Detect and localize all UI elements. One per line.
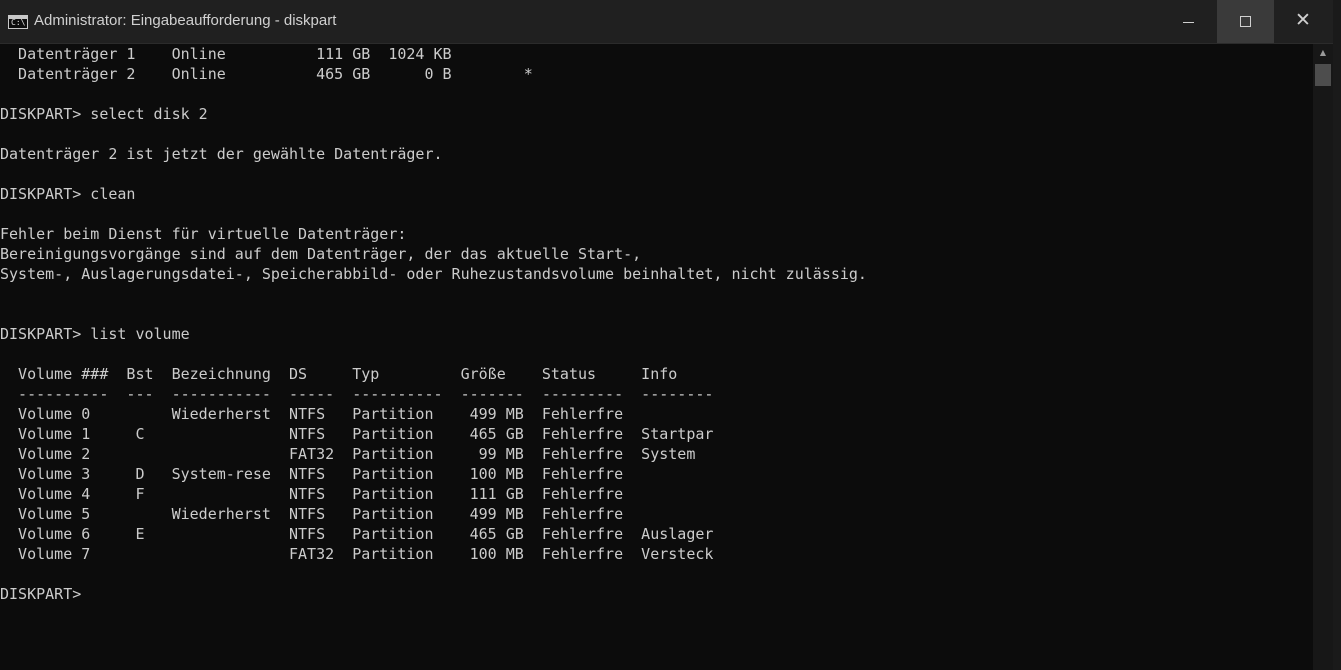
console-line: Volume 0 Wiederherst NTFS Partition 499 … [0, 405, 624, 423]
console-line: Datenträger 2 Online 465 GB 0 B * [0, 65, 533, 83]
vertical-scrollbar[interactable]: ▲ [1313, 44, 1333, 670]
console-line: Volume 2 FAT32 Partition 99 MB Fehlerfre… [0, 445, 696, 463]
command-prompt-icon[interactable]: C:\ [8, 15, 28, 29]
console-window: C:\ Administrator: Eingabeaufforderung -… [0, 0, 1341, 670]
close-button[interactable]: ✕ [1274, 0, 1331, 43]
console-output[interactable]: Datenträger 1 Online 111 GB 1024 KB Date… [0, 44, 1313, 670]
maximize-icon [1240, 16, 1251, 27]
console-line: Bereinigungsvorgänge sind auf dem Datent… [0, 245, 642, 263]
console-line: Fehler beim Dienst für virtuelle Datentr… [0, 225, 407, 243]
console-line: Volume 7 FAT32 Partition 100 MB Fehlerfr… [0, 545, 714, 563]
console-line: ---------- --- ----------- ----- -------… [0, 385, 714, 403]
console-line: Volume ### Bst Bezeichnung DS Typ Größe … [0, 365, 678, 383]
maximize-button[interactable] [1217, 0, 1274, 43]
console-line: DISKPART> clean [0, 185, 136, 203]
console-line: DISKPART> [0, 585, 91, 603]
console-line: Datenträger 2 ist jetzt der gewählte Dat… [0, 145, 443, 163]
title-bar[interactable]: C:\ Administrator: Eingabeaufforderung -… [0, 0, 1341, 44]
minimize-icon [1183, 22, 1194, 23]
close-icon: ✕ [1295, 9, 1311, 31]
console-line: Volume 6 E NTFS Partition 465 GB Fehlerf… [0, 525, 714, 543]
console-line: Volume 1 C NTFS Partition 465 GB Fehlerf… [0, 425, 714, 443]
desktop-edge [1333, 0, 1341, 670]
console-line: System-, Auslagerungsdatei-, Speicherabb… [0, 265, 867, 283]
console-line: DISKPART> list volume [0, 325, 190, 343]
console-line: DISKPART> select disk 2 [0, 105, 208, 123]
console-line: Volume 3 D System-rese NTFS Partition 10… [0, 465, 624, 483]
icon-glyph: C:\ [11, 18, 26, 27]
scrollbar-thumb[interactable] [1315, 64, 1331, 86]
scroll-up-arrow-icon[interactable]: ▲ [1313, 44, 1333, 62]
console-line: Volume 5 Wiederherst NTFS Partition 499 … [0, 505, 624, 523]
window-title: Administrator: Eingabeaufforderung - dis… [34, 12, 337, 29]
minimize-button[interactable] [1160, 0, 1217, 43]
console-line: Volume 4 F NTFS Partition 111 GB Fehlerf… [0, 485, 624, 503]
console-line: Datenträger 1 Online 111 GB 1024 KB [0, 45, 452, 63]
